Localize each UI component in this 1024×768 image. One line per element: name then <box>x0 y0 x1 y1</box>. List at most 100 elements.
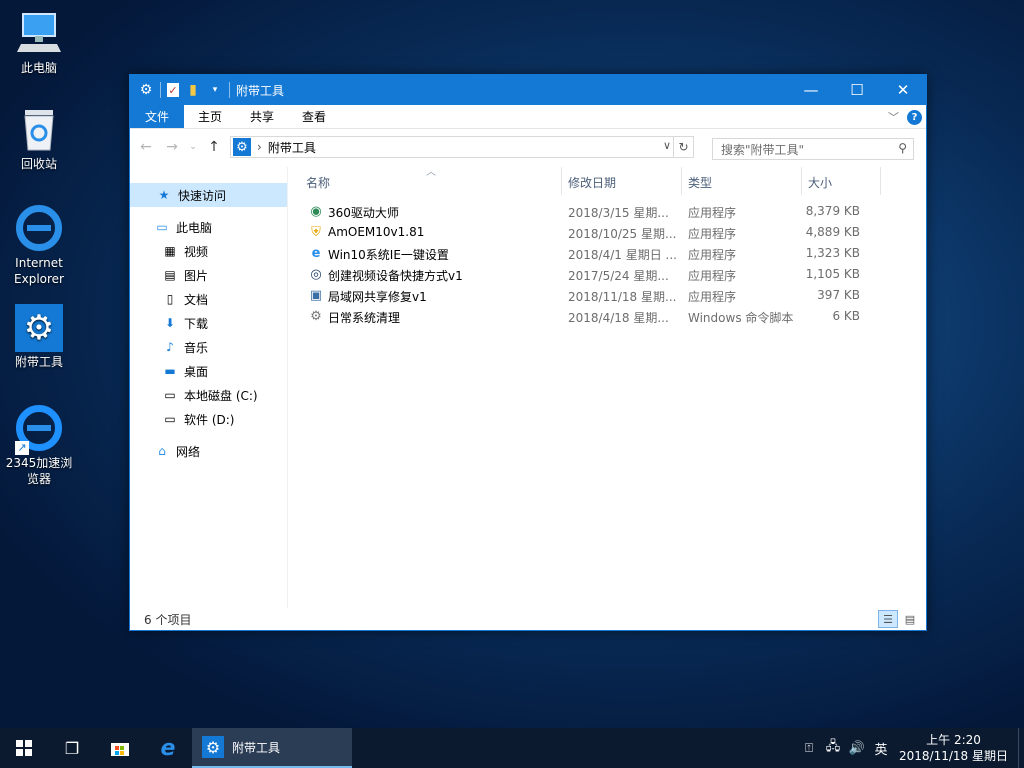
desktop-icon-label: 2345加速浏览器 <box>5 456 73 486</box>
desktop-icon-label: Internet Explorer <box>14 256 64 286</box>
table-row[interactable]: e Win10系统IE一键设置 2018/4/1 星期日 ... 应用程序 1,… <box>288 243 926 264</box>
nav-label: 软件 (D:) <box>184 412 235 427</box>
table-row[interactable]: ▣ 局域网共享修复v1 2018/11/18 星期... 应用程序 397 KB <box>288 285 926 306</box>
search-input[interactable]: 搜索"附带工具" ⚲ <box>712 138 914 160</box>
column-divider[interactable] <box>801 167 802 195</box>
clock-time: 上午 2:20 <box>926 733 981 747</box>
column-divider[interactable] <box>681 167 682 195</box>
file-date: 2018/11/18 星期... <box>568 290 677 304</box>
nav-item-music[interactable]: ♪ 音乐 <box>130 335 287 359</box>
ribbon-tabs: 文件 主页 共享 查看 ﹀ ? <box>130 105 926 129</box>
column-name[interactable]: 名称 <box>306 174 330 191</box>
details-view-icon[interactable]: ☰ <box>878 610 898 628</box>
nav-label: 快速访问 <box>178 188 227 203</box>
ie-icon <box>15 205 63 253</box>
network-tray-icon[interactable]: 🖧 <box>821 737 845 759</box>
search-icon: ⚲ <box>898 141 907 155</box>
nav-item-local-disk-c[interactable]: ▭ 本地磁盘 (C:) <box>130 383 287 407</box>
desktop-icon-recycle-bin[interactable]: 回收站 <box>4 106 74 172</box>
network-share-icon: ▣ <box>309 287 323 303</box>
nav-label: 图片 <box>184 268 209 283</box>
window-controls: — ☐ ✕ <box>788 75 926 105</box>
nav-item-videos[interactable]: ▦ 视频 <box>130 239 287 263</box>
downloads-folder-icon: ⬇ <box>164 316 176 330</box>
recent-locations-icon[interactable]: ⌄ <box>188 142 198 152</box>
nav-item-pictures[interactable]: ▤ 图片 <box>130 263 287 287</box>
nav-item-documents[interactable]: ▯ 文档 <box>130 287 287 311</box>
expand-ribbon-icon[interactable]: ﹀ <box>888 109 899 125</box>
start-button[interactable] <box>0 728 48 768</box>
back-button[interactable]: ← <box>136 139 156 155</box>
file-name: 创建视频设备快捷方式v1 <box>328 269 463 283</box>
column-size[interactable]: 大小 <box>808 174 832 191</box>
tab-file[interactable]: 文件 <box>130 105 185 128</box>
script-icon: ⚙ <box>310 308 322 324</box>
file-type: 应用程序 <box>688 227 737 241</box>
file-date: 2018/10/25 星期... <box>568 227 677 241</box>
column-divider[interactable] <box>880 167 881 195</box>
column-date[interactable]: 修改日期 <box>568 174 616 191</box>
desktop-icon-tools-folder[interactable]: ⚙ 附带工具 <box>4 304 74 370</box>
address-bar[interactable]: ⚙ › 附带工具 ∨ ↻ <box>230 136 694 158</box>
task-view-button[interactable]: ❐ <box>48 728 96 768</box>
minimize-button[interactable]: — <box>788 75 834 105</box>
desktop-icon-label: 附带工具 <box>14 355 63 369</box>
taskbar: ❐ e ⚙ 附带工具 ⍐ 🖧 🔊 英 上午 2:20 2018/11/18 星期… <box>0 728 1024 768</box>
tab-view[interactable]: 查看 <box>288 105 340 128</box>
file-size: 397 KB <box>817 288 860 302</box>
volume-icon[interactable]: 🔊 <box>845 741 869 756</box>
desktop-icon-label: 此电脑 <box>20 61 57 75</box>
help-icon[interactable]: ? <box>907 109 922 125</box>
nav-item-desktop[interactable]: ▬ 桌面 <box>130 359 287 383</box>
desktop-folder-icon: ▬ <box>164 364 176 378</box>
file-date: 2018/3/15 星期... <box>568 206 669 220</box>
explorer-window: ⚙ ✓ ▮ ▾ 附带工具 — ☐ ✕ 文件 主页 共享 查看 ﹀ ? ← → ⌄… <box>129 74 927 631</box>
show-desktop-button[interactable] <box>1018 728 1024 768</box>
nav-label: 网络 <box>176 444 201 459</box>
nav-item-downloads[interactable]: ⬇ 下载 <box>130 311 287 335</box>
navigation-pane[interactable]: ★ 快速访问 ▭ 此电脑 ▦ 视频 ▤ 图片 ▯ 文档 ⬇ 下载 ♪ 音乐 ▬ … <box>130 167 288 608</box>
pictures-folder-icon: ▤ <box>164 268 176 282</box>
nav-label: 桌面 <box>184 364 209 379</box>
tab-home[interactable]: 主页 <box>184 105 236 128</box>
desktop-icon-2345-browser[interactable]: ↗ 2345加速浏览器 <box>4 404 74 487</box>
gear-icon: ⚙ <box>233 138 251 156</box>
customize-dropdown-icon[interactable]: ▾ <box>207 82 223 98</box>
file-list[interactable]: ︿ 名称 修改日期 类型 大小 ◉ 360驱动大师 2018/3/15 星期..… <box>288 167 926 608</box>
file-type: Windows 命令脚本 <box>688 311 794 325</box>
separator <box>160 82 161 98</box>
taskbar-app-tools[interactable]: ⚙ 附带工具 <box>192 728 352 768</box>
input-method[interactable]: 英 <box>869 739 893 758</box>
maximize-button[interactable]: ☐ <box>834 75 880 105</box>
table-row[interactable]: ⛨ AmOEM10v1.81 2018/10/25 星期... 应用程序 4,8… <box>288 222 926 243</box>
file-type: 应用程序 <box>688 206 737 220</box>
refresh-button[interactable]: ↻ <box>673 137 693 157</box>
usb-icon[interactable]: ⍐ <box>797 741 821 756</box>
nav-network[interactable]: ⌂ 网络 <box>130 439 287 463</box>
forward-button[interactable]: → <box>162 139 182 155</box>
desktop-icon-internet-explorer[interactable]: Internet Explorer <box>4 204 74 287</box>
table-row[interactable]: ⚙ 日常系统清理 2018/4/18 星期... Windows 命令脚本 6 … <box>288 306 926 327</box>
nav-quick-access[interactable]: ★ 快速访问 <box>130 183 287 207</box>
breadcrumb[interactable]: 附带工具 <box>268 139 316 156</box>
clock[interactable]: 上午 2:20 2018/11/18 星期日 <box>893 732 1018 764</box>
column-divider[interactable] <box>561 167 562 195</box>
table-row[interactable]: ◎ 创建视频设备快捷方式v1 2017/5/24 星期... 应用程序 1,10… <box>288 264 926 285</box>
large-icons-view-icon[interactable]: ▤ <box>900 610 920 628</box>
table-row[interactable]: ◉ 360驱动大师 2018/3/15 星期... 应用程序 8,379 KB <box>288 201 926 222</box>
new-folder-icon[interactable]: ▮ <box>185 82 201 98</box>
desktop-icon-this-pc[interactable]: 此电脑 <box>4 10 74 76</box>
column-type[interactable]: 类型 <box>688 174 712 191</box>
store-button[interactable] <box>96 728 144 768</box>
tab-share[interactable]: 共享 <box>236 105 288 128</box>
star-icon: ★ <box>158 188 170 202</box>
up-button[interactable]: ↑ <box>204 139 224 155</box>
breadcrumb-chevron-icon[interactable]: › <box>257 140 262 154</box>
properties-icon[interactable]: ✓ <box>167 83 179 97</box>
close-button[interactable]: ✕ <box>880 75 926 105</box>
title-bar[interactable]: ⚙ ✓ ▮ ▾ 附带工具 — ☐ ✕ <box>130 75 926 105</box>
address-dropdown-icon[interactable]: ∨ <box>663 139 671 152</box>
ie-taskbar-button[interactable]: e <box>144 728 192 768</box>
nav-item-software-d[interactable]: ▭ 软件 (D:) <box>130 407 287 431</box>
nav-this-pc[interactable]: ▭ 此电脑 <box>130 215 287 239</box>
